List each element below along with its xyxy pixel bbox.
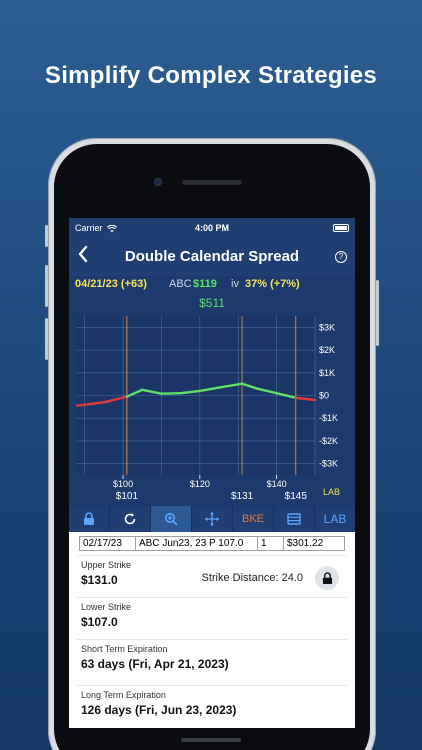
earpiece-speaker xyxy=(182,180,242,185)
strategy-details: 02/17/23 ABC Jun23, 23 P 107.0 1 $301.22… xyxy=(69,532,355,728)
date-label: 04/21/23 (+63) xyxy=(75,278,147,290)
refresh-icon xyxy=(124,513,136,525)
move-icon xyxy=(205,512,219,526)
lock-button[interactable] xyxy=(69,506,110,532)
volume-down-button xyxy=(45,318,48,360)
trade-date: 02/17/23 xyxy=(80,537,136,550)
y-tick-label: -$3K xyxy=(319,459,338,469)
y-tick-label: $2K xyxy=(319,345,335,355)
lock-icon xyxy=(322,571,332,584)
status-bar: Carrier 4:00 PM xyxy=(69,218,355,238)
strike-distance: Strike Distance: 24.0 xyxy=(201,572,304,584)
trade-row[interactable]: 02/17/23 ABC Jun23, 23 P 107.0 1 $301.22 xyxy=(79,536,345,551)
y-tick-label: $0 xyxy=(319,391,329,401)
y-tick-label: $3K xyxy=(319,322,335,332)
list-icon xyxy=(287,513,301,525)
chart-toolbar: BKE LAB xyxy=(69,506,355,532)
marker-label: $131 xyxy=(231,491,254,502)
volume-up-button xyxy=(45,265,48,307)
pnl-value: $511 xyxy=(199,296,225,310)
iv-label: iv xyxy=(231,278,239,290)
short-expiration-card[interactable]: Short Term Expiration 63 days (Fri, Apr … xyxy=(77,639,347,677)
x-tick-label: $100 xyxy=(113,479,133,489)
ticker-label: ABC xyxy=(169,278,192,290)
battery-icon xyxy=(333,224,349,232)
nav-bar: Double Calendar Spread ? xyxy=(69,238,355,276)
lock-icon xyxy=(84,512,94,525)
app-screen: Carrier 4:00 PM Double Calendar Spread ?… xyxy=(69,218,355,728)
iv-value: 37% (+7%) xyxy=(245,278,300,290)
marker-label: $145 xyxy=(285,491,308,502)
x-tick-label: $120 xyxy=(190,479,210,489)
mute-switch xyxy=(45,225,48,247)
list-button[interactable] xyxy=(274,506,315,532)
price-label: $119 xyxy=(193,278,217,290)
marker-label: $101 xyxy=(116,491,139,502)
long-expiration-value: 126 days (Fri, Jun 23, 2023) xyxy=(81,703,237,717)
promo-headline: Simplify Complex Strategies xyxy=(44,62,378,89)
zoom-button[interactable] xyxy=(151,506,192,532)
short-expiration-value: 63 days (Fri, Apr 21, 2023) xyxy=(81,657,229,671)
home-indicator xyxy=(181,738,241,742)
lower-strike-label: Lower Strike xyxy=(81,602,132,612)
chart-lab-label: LAB xyxy=(323,487,340,497)
bke-button[interactable]: BKE xyxy=(233,506,274,532)
x-tick-label: $140 xyxy=(267,479,287,489)
refresh-button[interactable] xyxy=(110,506,151,532)
power-button xyxy=(376,280,379,346)
y-tick-label: -$1K xyxy=(319,413,338,423)
upper-strike-card[interactable]: Upper Strike $131.0 Strike Distance: 24.… xyxy=(77,555,347,593)
trade-price: $301.22 xyxy=(287,538,324,549)
info-row: 04/21/23 (+63) ABC $119 iv 37% (+7%) xyxy=(69,276,355,292)
long-expiration-label: Long Term Expiration xyxy=(81,690,166,700)
page-title: Double Calendar Spread xyxy=(124,248,300,265)
y-tick-label: -$2K xyxy=(319,436,338,446)
y-tick-label: $1K xyxy=(319,368,335,378)
question-icon[interactable]: ? xyxy=(335,251,347,263)
move-button[interactable] xyxy=(192,506,233,532)
strike-lock-button[interactable] xyxy=(315,566,339,590)
long-expiration-card[interactable]: Long Term Expiration 126 days (Fri, Jun … xyxy=(77,685,347,723)
upper-strike-label: Upper Strike xyxy=(81,560,132,570)
payoff-chart[interactable]: $3K $2K $1K $0 -$1K -$2K -$3K $100 $120 $140 $101 $… xyxy=(69,310,355,506)
status-time: 4:00 PM xyxy=(194,223,229,233)
chart-svg: $3K $2K $1K $0 -$1K -$2K -$3K $100 $120 $140 $101 $… xyxy=(75,316,340,502)
trade-description: ABC Jun23, 23 P 107.0 xyxy=(136,537,258,550)
lower-strike-value: $107.0 xyxy=(81,615,118,629)
lower-strike-card[interactable]: Lower Strike $107.0 xyxy=(77,597,347,635)
zoom-icon xyxy=(165,513,178,526)
lab-button[interactable]: LAB xyxy=(315,506,355,532)
front-camera xyxy=(154,178,162,186)
trade-quantity: 1 xyxy=(258,537,284,550)
short-expiration-label: Short Term Expiration xyxy=(81,644,168,654)
